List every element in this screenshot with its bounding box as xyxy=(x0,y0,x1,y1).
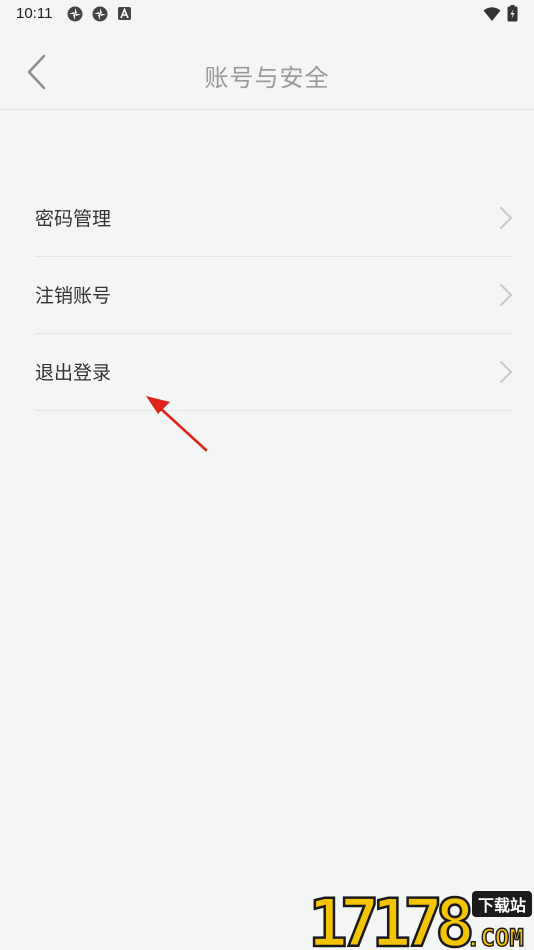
app-notification-icon xyxy=(67,6,83,22)
menu-item-deactivate-account[interactable]: 注销账号 xyxy=(35,257,513,334)
settings-menu: 密码管理 注销账号 退出登录 xyxy=(35,180,513,411)
watermark-badge: 下载站 xyxy=(478,896,526,915)
chevron-right-icon xyxy=(500,207,512,229)
menu-item-password-management[interactable]: 密码管理 xyxy=(35,180,513,257)
screen: 10:11 账号与安全 密码管理 注销账号 退出登录 17178 下载站 .CO… xyxy=(0,0,534,950)
battery-charging-icon xyxy=(507,5,518,22)
status-time: 10:11 xyxy=(16,5,53,22)
nav-bar: 账号与安全 xyxy=(0,28,534,110)
menu-item-label: 退出登录 xyxy=(35,362,112,384)
menu-item-logout[interactable]: 退出登录 xyxy=(35,334,513,411)
menu-item-label: 密码管理 xyxy=(35,208,112,230)
wifi-icon xyxy=(483,7,501,21)
watermark-logo-graphic: 17178 下载站 .COM xyxy=(307,884,532,950)
menu-item-label: 注销账号 xyxy=(35,285,112,307)
watermark-logo: 17178 下载站 .COM xyxy=(306,884,534,950)
chevron-right-icon xyxy=(500,361,512,383)
app-notification-icon xyxy=(92,6,108,22)
status-bar: 10:11 xyxy=(0,0,534,28)
chevron-right-icon xyxy=(500,284,512,306)
page-title: 账号与安全 xyxy=(204,64,330,92)
annotation-arrow xyxy=(146,396,208,452)
watermark-domain: .COM xyxy=(466,924,524,950)
font-a-icon xyxy=(118,7,131,20)
watermark-number: 17178 xyxy=(308,888,471,950)
